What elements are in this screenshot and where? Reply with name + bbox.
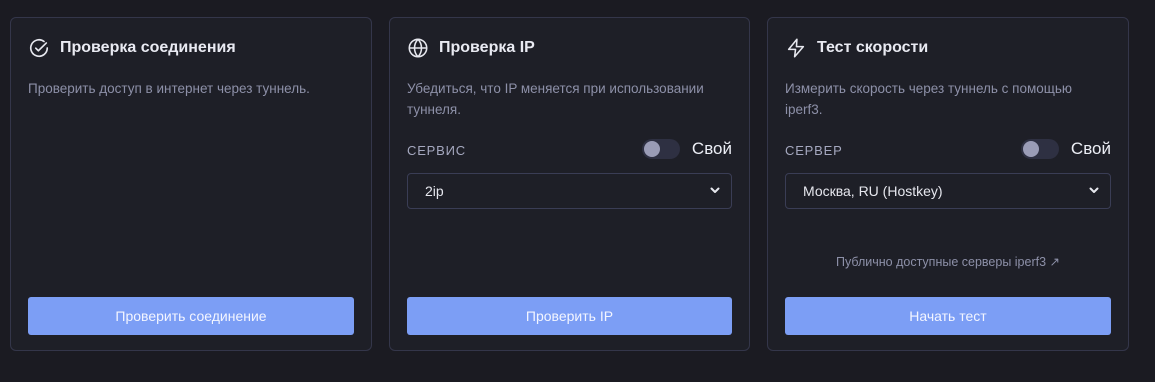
toggle-label: Свой <box>691 139 732 158</box>
card-description: Проверить доступ в интернет через туннел… <box>28 81 310 96</box>
custom-service-toggle-row: Свой <box>641 139 732 159</box>
check-ip-button[interactable]: Проверить IP <box>407 297 732 335</box>
tools-panel: Проверка соединения Проверить доступ в и… <box>0 0 1155 382</box>
public-servers-link[interactable]: Публично доступные серверы iperf3 ↗ <box>768 254 1128 269</box>
card-description: Измерить скорость через туннель с помощь… <box>785 81 1073 117</box>
select-value: Москва, RU (Hostkey) <box>803 183 943 199</box>
connection-check-card: Проверка соединения Проверить доступ в и… <box>10 17 372 351</box>
custom-service-toggle[interactable] <box>641 139 680 159</box>
chevron-down-icon <box>709 183 721 199</box>
service-select[interactable]: 2ip <box>407 173 732 209</box>
lightning-icon <box>785 37 807 59</box>
speed-test-card: Тест скорости Измерить скорость через ту… <box>767 17 1129 351</box>
card-header: Проверка IP <box>407 37 535 59</box>
server-label: СЕРВЕР <box>785 143 843 158</box>
card-title: Проверка IP <box>439 39 535 56</box>
service-label: СЕРВИС <box>407 143 466 158</box>
card-description: Убедиться, что IP меняется при использов… <box>407 81 704 117</box>
globe-icon <box>407 37 429 59</box>
check-circle-icon <box>28 37 50 59</box>
select-value: 2ip <box>425 183 444 199</box>
card-header: Тест скорости <box>785 37 928 59</box>
start-test-button[interactable]: Начать тест <box>785 297 1111 335</box>
server-select[interactable]: Москва, RU (Hostkey) <box>785 173 1111 209</box>
toggle-label: Свой <box>1070 139 1111 158</box>
custom-server-toggle-row: Свой <box>1020 139 1111 159</box>
card-title: Тест скорости <box>817 39 929 56</box>
card-title: Проверка соединения <box>60 39 236 56</box>
chevron-down-icon <box>1088 183 1100 199</box>
custom-server-toggle[interactable] <box>1020 139 1059 159</box>
toggle-knob <box>1022 141 1039 157</box>
check-connection-button[interactable]: Проверить соединение <box>28 297 354 335</box>
ip-check-card: Проверка IP Убедиться, что IP меняется п… <box>389 17 750 351</box>
card-header: Проверка соединения <box>28 37 236 59</box>
toggle-knob <box>643 141 660 157</box>
